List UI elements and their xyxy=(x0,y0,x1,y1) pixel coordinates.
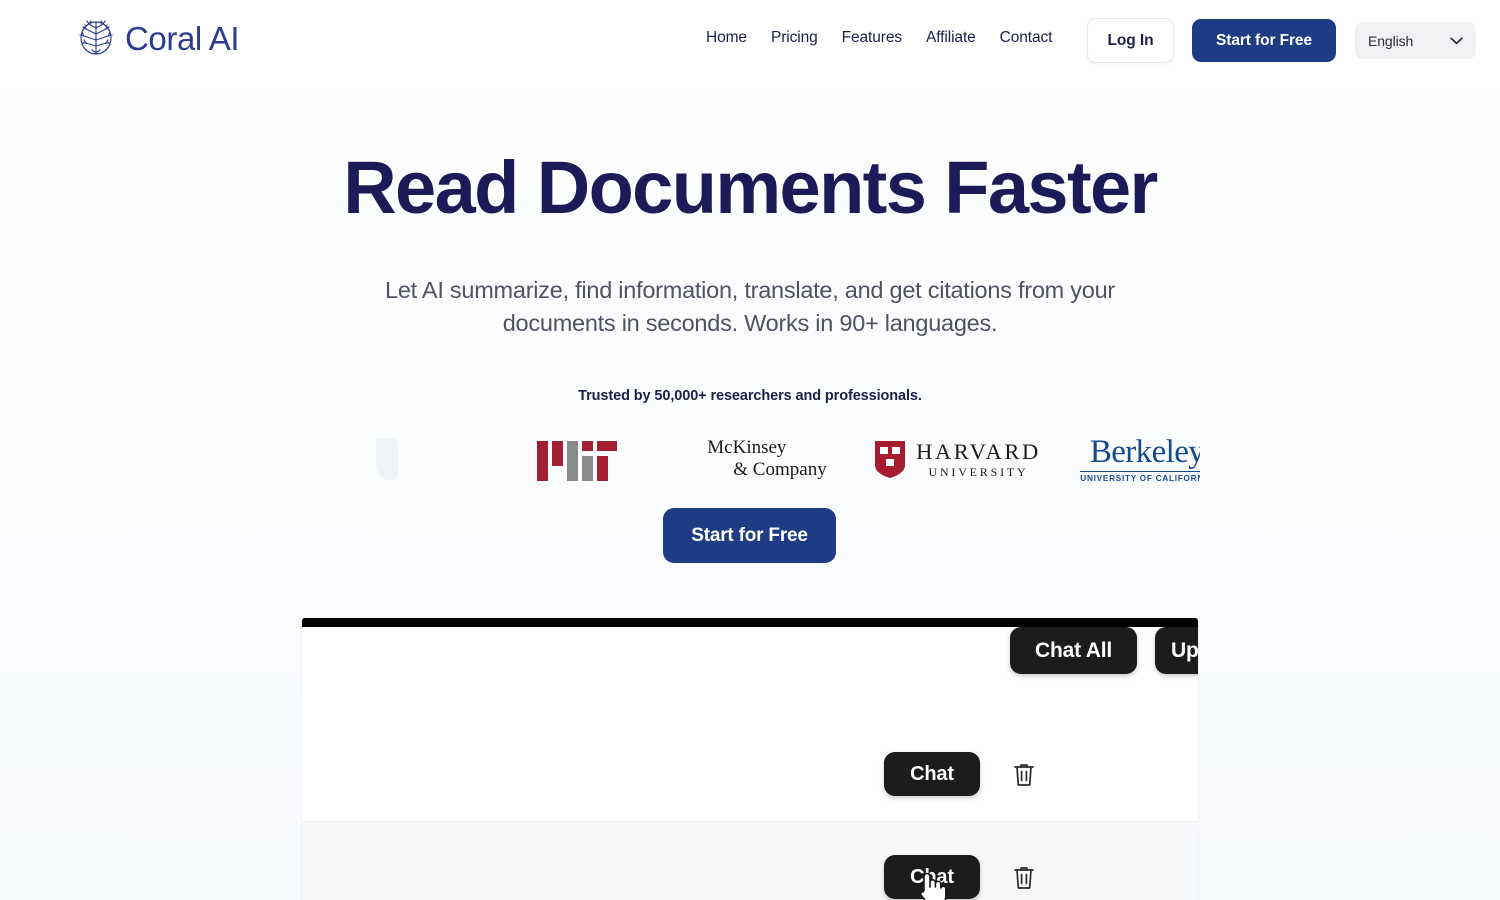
chat-button-row-2[interactable]: Chat xyxy=(884,855,980,899)
chat-button-row-1[interactable]: Chat xyxy=(884,752,980,796)
trust-headline: Trusted by 50,000+ researchers and profe… xyxy=(578,388,922,404)
nav-item-features[interactable]: Features xyxy=(830,29,914,47)
document-row-1 xyxy=(302,733,1198,821)
nav-item-home[interactable]: Home xyxy=(694,29,759,47)
product-preview-panel: Chat All Up Chat Chat xyxy=(302,618,1198,900)
harvard-line-2: UNIVERSITY xyxy=(928,464,1029,479)
mckinsey-line-2: & Company xyxy=(733,459,827,480)
language-selected-value: English xyxy=(1368,32,1414,49)
nav-item-pricing[interactable]: Pricing xyxy=(759,29,830,47)
mit-logo xyxy=(482,424,672,494)
harvard-logo-group: HARVARD UNIVERSITY xyxy=(873,439,1041,480)
language-selector[interactable]: English xyxy=(1355,22,1476,59)
partial-logo-shape xyxy=(376,438,398,480)
customer-logo-carousel: McKinsey & Company HARVARD UNIVERSITY Be… xyxy=(300,424,1200,494)
chevron-down-icon xyxy=(1450,37,1463,44)
berkeley-logo: Berkeley UNIVERSITY OF CALIFORNIA xyxy=(1052,424,1200,494)
brand-logo-text: Coral AI xyxy=(125,19,240,57)
logo-strip: McKinsey & Company HARVARD UNIVERSITY Be… xyxy=(300,424,1200,494)
mit-logo-icon xyxy=(537,441,617,481)
harvard-logo: HARVARD UNIVERSITY xyxy=(862,424,1052,494)
partial-logo-left xyxy=(300,424,482,494)
page-root: Coral AI Home Pricing Features Affiliate… xyxy=(0,0,1500,900)
berkeley-line-2: UNIVERSITY OF CALIFORNIA xyxy=(1080,470,1200,483)
site-header: Coral AI Home Pricing Features Affiliate… xyxy=(0,0,1500,82)
mckinsey-logo-text: McKinsey & Company xyxy=(707,437,826,482)
hero-start-for-free-button[interactable]: Start for Free xyxy=(663,508,836,563)
trash-icon[interactable] xyxy=(1013,865,1035,891)
page-title: Read Documents Faster xyxy=(343,146,1158,229)
berkeley-logo-text: Berkeley UNIVERSITY OF CALIFORNIA xyxy=(1080,433,1200,483)
coral-brain-icon xyxy=(79,20,113,55)
nav-item-contact[interactable]: Contact xyxy=(988,29,1065,47)
nav-item-affiliate[interactable]: Affiliate xyxy=(914,29,988,47)
mckinsey-logo: McKinsey & Company xyxy=(672,424,862,494)
berkeley-line-1: Berkeley xyxy=(1089,433,1200,470)
login-button[interactable]: Log In xyxy=(1087,18,1174,63)
main-navigation: Home Pricing Features Affiliate Contact xyxy=(694,29,1064,47)
hero-subtitle: Let AI summarize, find information, tran… xyxy=(385,277,1115,337)
product-preview-topbar xyxy=(302,618,1198,627)
harvard-shield-icon xyxy=(875,440,906,478)
header-start-for-free-button[interactable]: Start for Free xyxy=(1192,19,1336,62)
harvard-line-1: HARVARD xyxy=(916,438,1041,464)
harvard-logo-text: HARVARD UNIVERSITY xyxy=(916,439,1041,480)
document-row-2 xyxy=(302,822,1198,900)
trash-icon[interactable] xyxy=(1013,762,1035,788)
upload-button[interactable]: Up xyxy=(1155,627,1198,674)
mckinsey-line-1: McKinsey xyxy=(707,436,787,458)
chat-all-button[interactable]: Chat All xyxy=(1010,627,1137,674)
brand-logo[interactable]: Coral AI xyxy=(78,19,240,57)
